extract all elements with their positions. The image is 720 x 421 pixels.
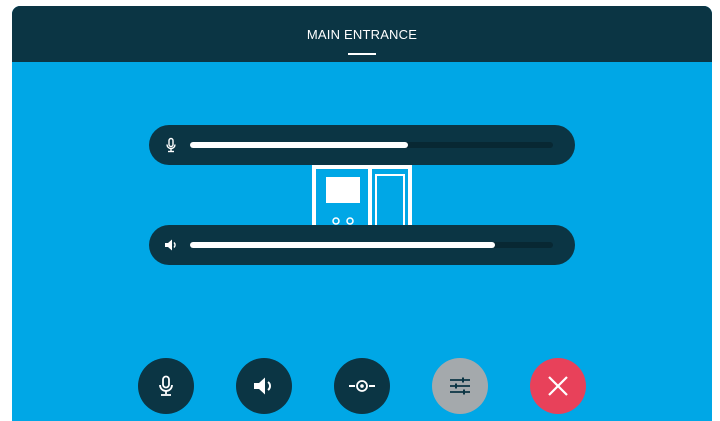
microphone-button[interactable]	[138, 358, 194, 414]
speaker-volume-slider[interactable]	[149, 225, 575, 265]
settings-button[interactable]	[432, 358, 488, 414]
microphone-icon	[156, 375, 176, 397]
door-release-icon	[347, 379, 377, 393]
microphone-volume-track[interactable]	[190, 142, 553, 148]
close-icon	[547, 375, 569, 397]
hang-up-button[interactable]	[530, 358, 586, 414]
speaker-icon	[252, 375, 276, 397]
speaker-icon	[163, 237, 179, 253]
call-panel	[12, 62, 712, 421]
microphone-volume-fill	[190, 142, 408, 148]
door-open-button[interactable]	[334, 358, 390, 414]
speaker-button[interactable]	[236, 358, 292, 414]
header-bar: MAIN ENTRANCE	[12, 6, 712, 62]
sliders-icon	[449, 377, 471, 395]
intercom-window: MAIN ENTRANCE	[12, 6, 712, 421]
title-underline	[348, 53, 376, 55]
page-title: MAIN ENTRANCE	[306, 27, 418, 42]
speaker-volume-track[interactable]	[190, 242, 553, 248]
microphone-volume-slider[interactable]	[149, 125, 575, 165]
speaker-volume-fill	[190, 242, 495, 248]
microphone-icon	[163, 137, 179, 153]
